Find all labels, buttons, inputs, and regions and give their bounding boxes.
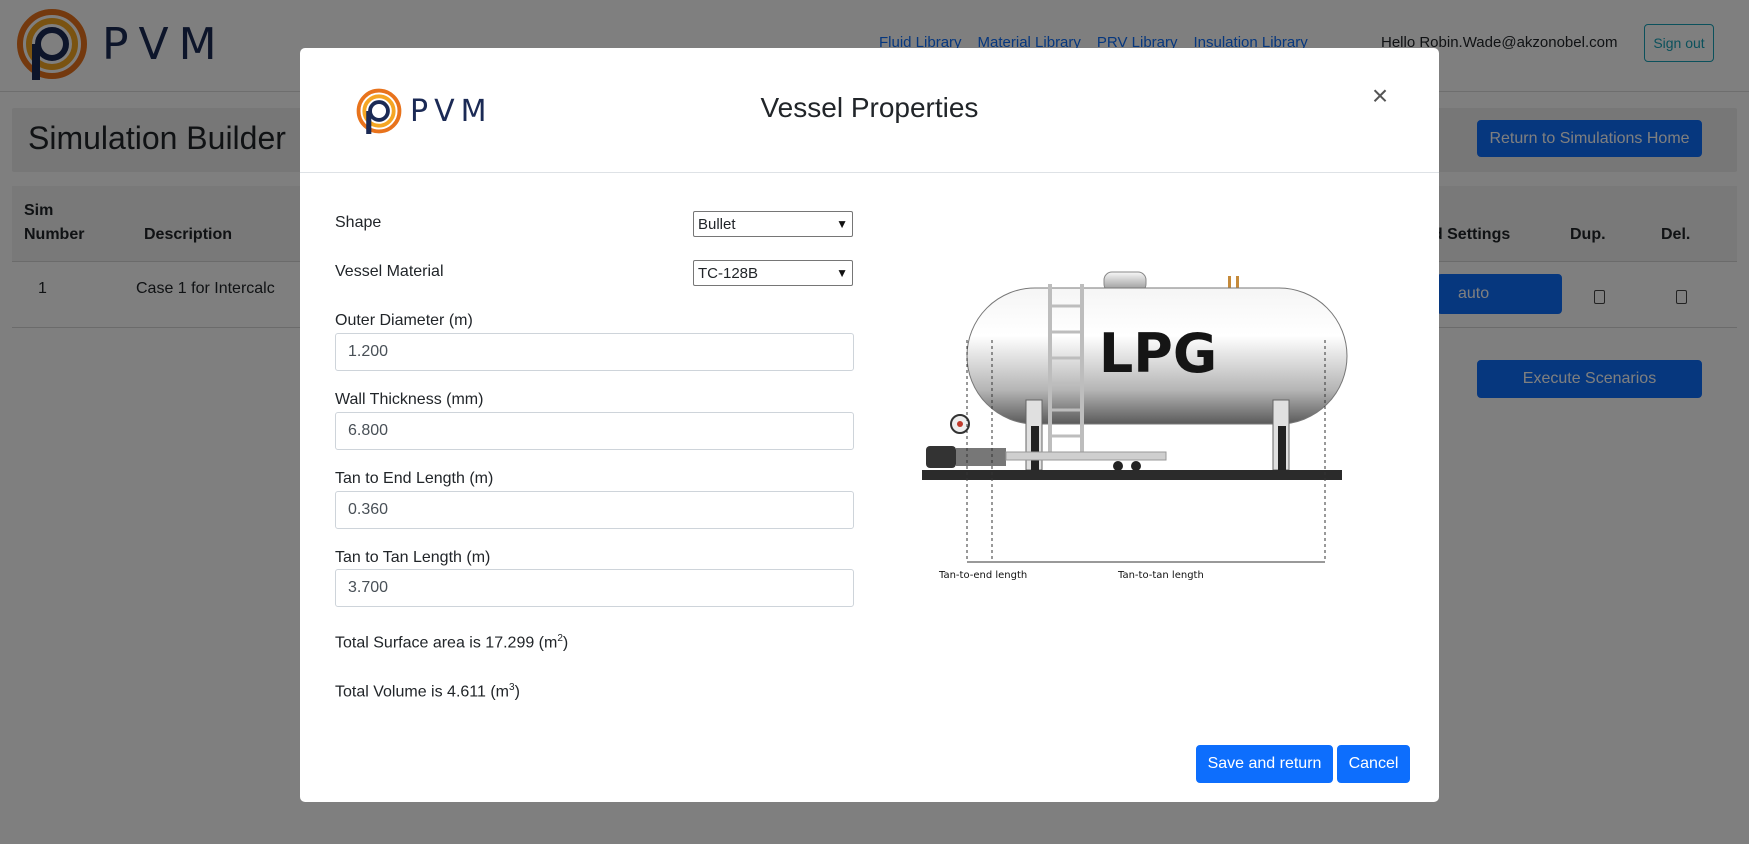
shape-select-value: Bullet — [698, 215, 736, 233]
tan-to-end-input[interactable] — [335, 491, 854, 529]
total-surface-area-text: Total Surface area is 17.299 (m2) — [335, 633, 569, 652]
wall-thickness-input[interactable] — [335, 412, 854, 450]
close-icon[interactable]: × — [1366, 82, 1394, 110]
vessel-material-label: Vessel Material — [335, 263, 444, 280]
outer-diameter-label: Outer Diameter (m) — [335, 312, 473, 329]
shape-label: Shape — [335, 214, 382, 231]
tan-to-end-label: Tan to End Length (m) — [335, 470, 494, 487]
chevron-down-icon: ▼ — [836, 217, 848, 231]
tan-to-tan-input[interactable] — [335, 569, 854, 607]
cancel-button[interactable]: Cancel — [1337, 745, 1410, 783]
shape-select[interactable]: Bullet ▼ — [693, 211, 853, 237]
wall-thickness-label: Wall Thickness (mm) — [335, 391, 484, 408]
vessel-properties-modal: PVM Vessel Properties × Shape Bullet ▼ V… — [300, 48, 1439, 802]
outer-diameter-input[interactable] — [335, 333, 854, 371]
total-volume-text: Total Volume is 4.611 (m3) — [335, 682, 520, 701]
tan-to-tan-caption: Tan-to-tan length — [1117, 570, 1204, 581]
vessel-material-select-value: TC-128B — [698, 264, 759, 282]
tan-to-tan-label: Tan to Tan Length (m) — [335, 549, 491, 566]
modal-header: PVM Vessel Properties × — [300, 48, 1439, 173]
chevron-down-icon: ▼ — [836, 266, 848, 280]
vessel-material-select[interactable]: TC-128B ▼ — [693, 260, 853, 286]
tank-label: LPG — [1099, 322, 1217, 385]
vessel-diagram: LPG Tan-to-end length Tan-to-tan length — [922, 271, 1348, 581]
modal-title: Vessel Properties — [760, 92, 979, 123]
tan-to-end-caption: Tan-to-end length — [938, 570, 1027, 581]
save-and-return-button[interactable]: Save and return — [1196, 745, 1333, 783]
